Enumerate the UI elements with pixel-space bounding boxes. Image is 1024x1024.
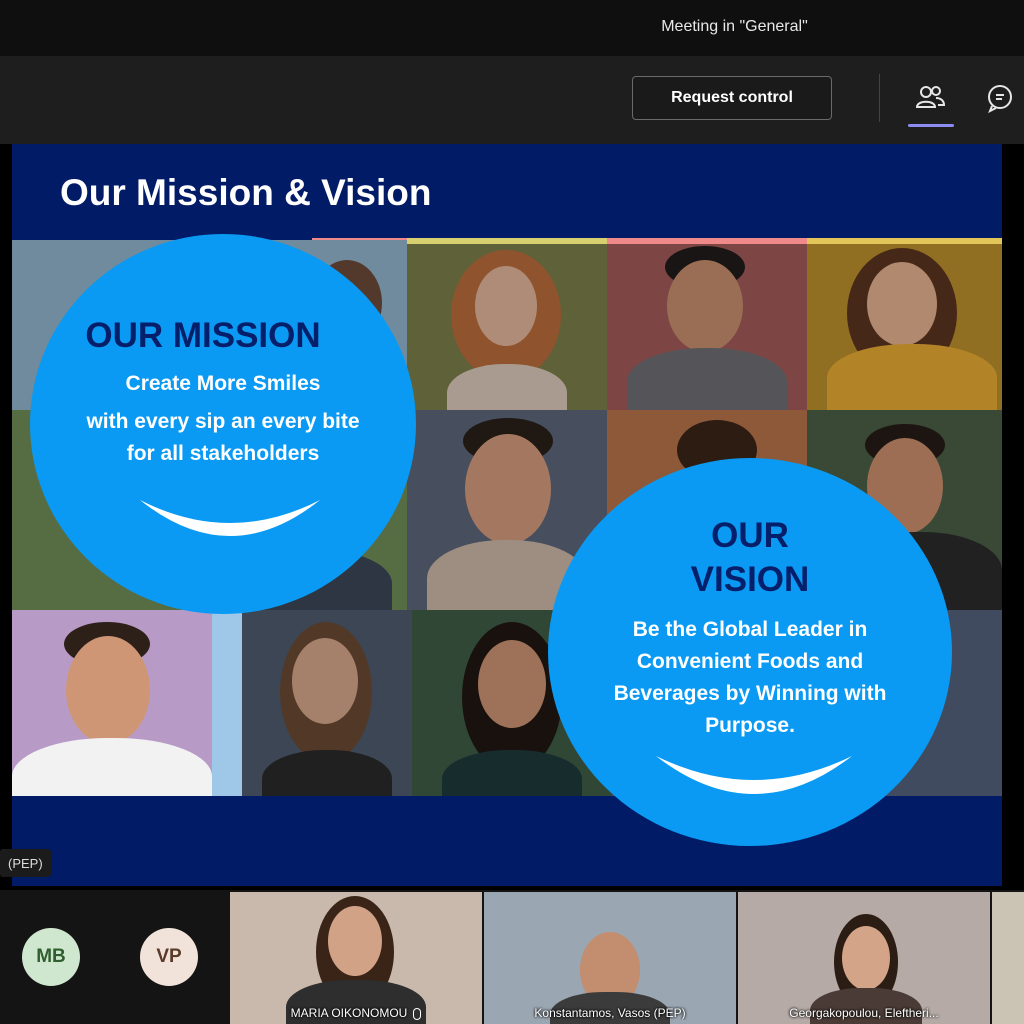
mic-icon — [413, 1007, 422, 1020]
participant-name: Konstantamos, Vasos (PEP) — [534, 1006, 686, 1020]
smile-icon — [656, 756, 852, 794]
meeting-toolbar: Request control — [0, 56, 1024, 144]
active-tab-indicator — [908, 124, 954, 127]
smiling-person-photo — [242, 610, 412, 796]
participant-strip: MB VP MARIA OIKONOMOU Konstantamos, Vaso… — [0, 890, 1024, 1024]
smiling-person-photo — [12, 610, 212, 796]
smiling-person-photo — [607, 244, 807, 410]
vision-line: Be the Global Leader in — [632, 618, 868, 641]
participant-name: MARIA OIKONOMOU — [230, 1006, 482, 1020]
participant-name: Georgakopoulou, Eleftheri... — [789, 1006, 939, 1020]
participant-video-tile[interactable] — [992, 892, 1024, 1024]
participant-avatar[interactable]: VP — [140, 928, 198, 986]
presenter-name-tag: (PEP) — [0, 849, 51, 877]
people-icon[interactable] — [910, 78, 950, 118]
slide-title: Our Mission & Vision — [60, 172, 432, 213]
vision-line: Convenient Foods and — [636, 650, 864, 673]
vision-circle: OUR VISION Be the Global Leader in Conve… — [548, 458, 952, 846]
participant-video-tile[interactable]: Georgakopoulou, Eleftheri... — [738, 892, 990, 1024]
smiling-person-photo — [407, 244, 607, 410]
mission-line: with every sip an every bite — [86, 410, 360, 433]
vision-line: Purpose. — [705, 714, 795, 737]
mission-circle: OUR MISSION Create More Smiles with ever… — [30, 234, 416, 614]
mission-line: for all stakeholders — [126, 442, 320, 465]
smile-icon — [140, 500, 320, 536]
request-control-button[interactable]: Request control — [632, 76, 832, 120]
mission-heading: OUR MISSION — [85, 316, 321, 355]
chat-icon[interactable] — [980, 78, 1020, 118]
slide-photo-strip — [212, 610, 242, 796]
vision-line: Beverages by Winning with — [613, 682, 887, 705]
participant-video-tile[interactable]: Konstantamos, Vasos (PEP) — [484, 892, 736, 1024]
title-bar: Meeting in "General" — [0, 0, 1024, 56]
mission-line: Create More Smiles — [125, 372, 321, 395]
meeting-title: Meeting in "General" — [661, 18, 808, 35]
vision-heading: VISION — [690, 560, 810, 599]
vision-heading: OUR — [711, 516, 789, 555]
participant-video-tile[interactable]: MARIA OIKONOMOU — [230, 892, 482, 1024]
presentation-slide: Our Mission & Vision OUR MISSION Create … — [12, 144, 1002, 886]
participant-avatar[interactable]: MB — [22, 928, 80, 986]
smiling-person-photo — [807, 244, 1002, 410]
toolbar-divider — [879, 74, 880, 122]
shared-screen: Our Mission & Vision OUR MISSION Create … — [0, 144, 1024, 890]
